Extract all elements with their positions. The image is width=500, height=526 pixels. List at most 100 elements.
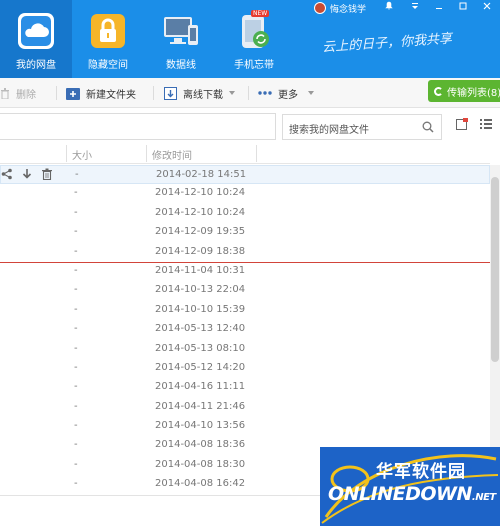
table-row[interactable]: - 2014-05-13 08:10 xyxy=(0,340,490,359)
toolbar: 删除 新建文件夹 离线下载 更多 xyxy=(0,78,500,108)
table-row[interactable]: - 2014-12-09 19:35 xyxy=(0,223,490,242)
column-divider xyxy=(66,145,67,162)
list-header: 大小 修改时间 xyxy=(0,143,490,164)
toolbar-divider xyxy=(153,86,154,100)
user-name: 悔念钱学 xyxy=(330,4,367,15)
column-divider xyxy=(146,145,147,162)
cell-size: - xyxy=(74,226,78,238)
toolbar-divider xyxy=(248,86,249,100)
cell-size: - xyxy=(74,206,78,218)
toolbar-divider xyxy=(56,86,57,100)
chevron-down-icon xyxy=(229,91,235,95)
new-folder-label: 新建文件夹 xyxy=(86,89,136,101)
cell-modified-time: 2014-04-08 16:42 xyxy=(155,478,246,490)
cell-modified-time: 2014-12-09 19:35 xyxy=(155,226,246,238)
cell-size: - xyxy=(74,284,78,296)
nav-hidden-space[interactable]: 隐藏空间 xyxy=(72,0,144,78)
new-folder-button[interactable]: 新建文件夹 xyxy=(66,78,136,108)
search-icon[interactable] xyxy=(422,121,434,133)
cell-size: - xyxy=(74,478,78,490)
annotation-divider-line xyxy=(0,262,490,263)
nav-label: 数据线 xyxy=(166,60,196,71)
offline-download-button[interactable]: 离线下载 xyxy=(164,78,235,108)
table-row[interactable]: - 2014-10-13 22:04 xyxy=(0,281,490,300)
cell-modified-time: 2014-04-08 18:30 xyxy=(155,458,246,470)
table-row[interactable]: - 2014-12-10 10:24 xyxy=(0,184,490,203)
cell-modified-time: 2014-10-10 15:39 xyxy=(155,303,246,315)
trash-icon[interactable] xyxy=(41,168,53,180)
cell-modified-time: 2014-12-10 10:24 xyxy=(155,206,246,218)
cell-modified-time: 2014-05-13 08:10 xyxy=(155,342,246,354)
transfer-list-button[interactable]: 传输列表(8) xyxy=(428,80,500,102)
monitor-phone-icon xyxy=(164,17,198,45)
delete-label: 删除 xyxy=(16,89,36,101)
table-row[interactable]: - 2014-10-10 15:39 xyxy=(0,301,490,320)
cell-modified-time: 2014-05-13 12:40 xyxy=(155,323,246,335)
cell-size: - xyxy=(74,361,78,373)
file-list: - 2014-02-18 14:51 - 2014-12-10 10:24 - 20… xyxy=(0,165,490,495)
cell-size: - xyxy=(74,245,78,257)
watermark-english: ONLINEDOWN.NET xyxy=(328,483,496,505)
nav-data-cable[interactable]: 数据线 xyxy=(145,0,217,78)
watermark-suffix: .NET xyxy=(471,492,496,503)
cell-modified-time: 2014-02-18 14:51 xyxy=(156,169,247,180)
new-folder-icon xyxy=(66,87,80,100)
row-actions xyxy=(1,168,53,180)
table-row[interactable]: - 2014-12-09 18:38 xyxy=(0,243,490,262)
table-row[interactable]: - 2014-02-18 14:51 xyxy=(0,165,490,185)
top-bar: 我的网盘 隐藏空间 数据线 NEW 手机忘带 悔念钱学 云上的日子，你我共享 xyxy=(0,0,500,78)
table-row[interactable]: - 2014-04-10 13:56 xyxy=(0,417,490,436)
table-row[interactable]: - 2014-04-11 21:46 xyxy=(0,398,490,417)
nav-label: 我的网盘 xyxy=(16,60,56,71)
table-row[interactable]: - 2014-04-16 11:11 xyxy=(0,378,490,397)
close-icon[interactable] xyxy=(476,0,498,16)
cell-modified-time: 2014-12-09 18:38 xyxy=(155,245,246,257)
new-badge: NEW xyxy=(251,10,270,17)
nav-label: 手机忘带 xyxy=(234,60,274,71)
column-header-size[interactable]: 大小 xyxy=(72,147,92,162)
cell-size: - xyxy=(74,439,78,451)
cell-modified-time: 2014-10-13 22:04 xyxy=(155,284,246,296)
cell-size: - xyxy=(74,303,78,315)
nav-phone-forgot[interactable]: NEW 手机忘带 xyxy=(218,0,290,78)
table-row[interactable]: - 2014-05-12 14:20 xyxy=(0,359,490,378)
menu-dropdown-icon[interactable] xyxy=(404,0,426,16)
cell-modified-time: 2014-04-10 13:56 xyxy=(155,420,246,432)
download-arrow-icon[interactable] xyxy=(21,168,33,180)
cell-size: - xyxy=(74,187,78,199)
cell-size: - xyxy=(74,381,78,393)
column-header-modified[interactable]: 修改时间 xyxy=(152,147,192,162)
table-row[interactable]: - 2014-11-04 10:31 xyxy=(0,262,490,281)
watermark-logo: 华军软件园 ONLINEDOWN.NET xyxy=(320,447,500,526)
watermark-brand: ONLINEDOWN xyxy=(328,483,472,505)
scrollbar-thumb[interactable] xyxy=(491,177,499,362)
cell-size: - xyxy=(74,420,78,432)
watermark-chinese: 华军软件园 xyxy=(376,462,466,482)
vertical-scrollbar[interactable] xyxy=(490,165,500,495)
share-icon[interactable] xyxy=(1,168,13,180)
tile-view-icon[interactable] xyxy=(456,118,468,130)
cell-size: - xyxy=(74,342,78,354)
download-icon xyxy=(164,86,177,100)
search-placeholder: 搜索我的网盘文件 xyxy=(289,125,369,136)
notification-bell-icon[interactable] xyxy=(378,0,400,16)
cell-modified-time: 2014-11-04 10:31 xyxy=(155,264,246,276)
list-view-icon[interactable] xyxy=(480,118,492,130)
cell-size: - xyxy=(75,169,79,180)
nav-my-netdisk[interactable]: 我的网盘 xyxy=(0,0,72,78)
more-dots-icon xyxy=(258,91,272,95)
more-label: 更多 xyxy=(278,89,298,101)
maximize-icon[interactable] xyxy=(452,0,474,16)
delete-button[interactable]: 删除 xyxy=(0,78,36,108)
search-input[interactable]: 搜索我的网盘文件 xyxy=(282,114,442,140)
path-bar[interactable] xyxy=(0,113,276,140)
table-row[interactable]: - 2014-05-13 12:40 xyxy=(0,320,490,339)
cell-modified-time: 2014-04-08 18:36 xyxy=(155,439,246,451)
table-row[interactable]: - 2014-12-10 10:24 xyxy=(0,204,490,223)
phone-sync-icon xyxy=(242,15,269,48)
lock-icon xyxy=(91,14,125,48)
minimize-icon[interactable] xyxy=(428,0,450,16)
cell-size: - xyxy=(74,458,78,470)
user-menu[interactable]: 悔念钱学 xyxy=(314,0,366,16)
more-button[interactable]: 更多 xyxy=(258,78,314,108)
